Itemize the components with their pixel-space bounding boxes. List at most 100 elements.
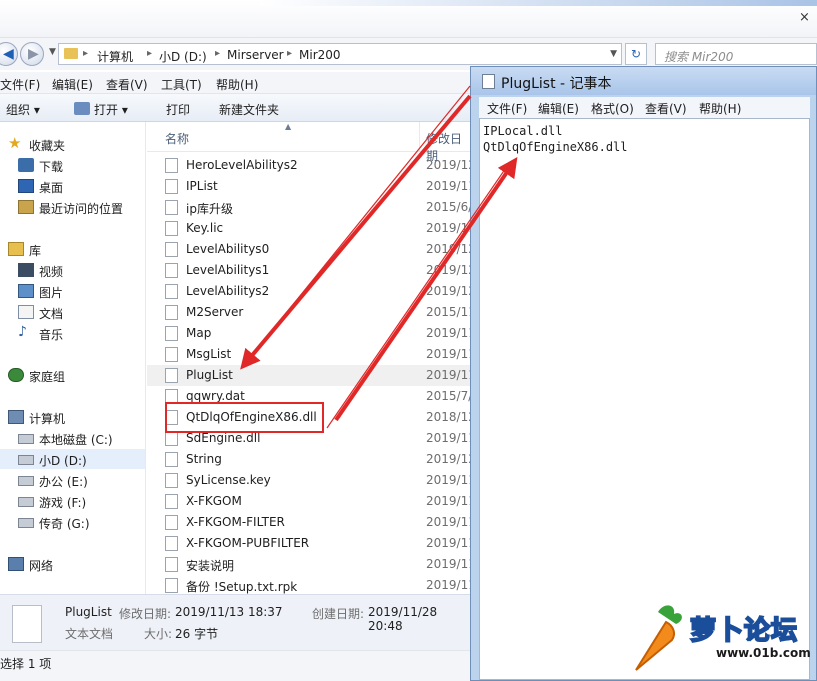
nav-drive-c[interactable]: 本地磁盘 (C:) [0, 428, 145, 448]
nav-pictures[interactable]: 图片 [0, 281, 145, 301]
file-row[interactable]: X-FKGOM-PUBFILTER 2019/11/ [147, 533, 480, 554]
chevron-right-icon[interactable]: ▸ [83, 48, 88, 59]
menu-view[interactable]: 查看(V) [106, 76, 148, 93]
chevron-down-icon[interactable]: ▼ [610, 49, 617, 59]
nav-documents[interactable]: 文档 [0, 302, 145, 322]
file-icon [165, 179, 178, 194]
refresh-button[interactable]: ↻ [625, 43, 647, 65]
file-icon [165, 515, 178, 530]
file-row[interactable]: MsgList 2019/11/ [147, 344, 480, 365]
file-icon [165, 452, 178, 467]
refresh-icon: ↻ [630, 47, 642, 61]
close-icon[interactable]: × [799, 11, 811, 24]
nav-computer-label: 计算机 [29, 412, 66, 426]
text-file-icon [12, 605, 42, 643]
file-icon [165, 347, 178, 362]
chevron-right-icon[interactable]: ▸ [215, 48, 220, 59]
nav-drive-d[interactable]: 小D (D:) [0, 449, 145, 469]
file-row[interactable]: X-FKGOM-FILTER 2019/11/ [147, 512, 480, 533]
nav-homegroup[interactable]: 家庭组 [0, 365, 145, 385]
file-row[interactable]: Map 2019/11/ [147, 323, 480, 344]
file-row[interactable]: 备份 !Setup.txt.rpk 2019/11/ [147, 575, 480, 596]
picture-icon [18, 284, 34, 298]
forward-button[interactable]: ▶ [20, 42, 44, 66]
file-icon [165, 578, 178, 593]
menu-edit[interactable]: 编辑(E) [52, 76, 93, 93]
notepad-menu-help[interactable]: 帮助(H) [699, 100, 741, 117]
file-row[interactable]: LevelAbilitys2 2019/12/ [147, 281, 480, 302]
notepad-menu-file[interactable]: 文件(F) [487, 100, 527, 117]
file-icon [165, 284, 178, 299]
nav-favorites[interactable]: ★ 收藏夹 [0, 134, 145, 154]
nav-drive-d-label: 小D (D:) [39, 454, 87, 468]
file-row[interactable]: String 2019/12/ [147, 449, 480, 470]
notepad-title-bar[interactable]: PlugList - 记事本 [471, 67, 816, 95]
chevron-right-icon[interactable]: ▸ [147, 48, 152, 59]
print-button[interactable]: 打印 [166, 101, 190, 118]
notepad-menu-edit[interactable]: 编辑(E) [538, 100, 579, 117]
file-row[interactable]: 安装说明 2019/11/ [147, 554, 480, 575]
notepad-text-area[interactable]: IPLocal.dll QtDlqOfEngineX86.dll [479, 118, 810, 680]
file-row[interactable]: LevelAbilitys1 2019/12/ [147, 260, 480, 281]
file-row[interactable]: HeroLevelAbilitys2 2019/12/ [147, 155, 480, 176]
detail-size-value: 26 字节 [175, 627, 219, 641]
breadcrumb-mir200[interactable]: Mir200 [299, 48, 341, 62]
file-row[interactable]: PlugList 2019/11/ [147, 365, 480, 386]
file-icon [165, 221, 178, 236]
file-icon [165, 326, 178, 341]
notepad-menu-format[interactable]: 格式(O) [591, 100, 634, 117]
nav-downloads[interactable]: 下载 [0, 155, 145, 175]
file-row[interactable]: ip库升级 2015/6/1 [147, 197, 480, 218]
menu-help[interactable]: 帮助(H) [216, 76, 258, 93]
organize-button[interactable]: 组织 ▾ [6, 101, 40, 118]
nav-drive-g[interactable]: 传奇 (G:) [0, 512, 145, 532]
notepad-menu-view[interactable]: 查看(V) [645, 100, 687, 117]
nav-drive-e[interactable]: 办公 (E:) [0, 470, 145, 490]
file-row[interactable]: M2Server 2015/11/ [147, 302, 480, 323]
nav-documents-label: 文档 [39, 307, 64, 321]
open-button[interactable]: 打开 ▾ [94, 101, 128, 118]
menu-tools[interactable]: 工具(T) [161, 76, 202, 93]
nav-drive-f[interactable]: 游戏 (F:) [0, 491, 145, 511]
address-input[interactable]: ▸ 计算机 ▸ 小D (D:) ▸ Mirserver ▸ Mir200 ▼ [58, 43, 622, 65]
file-row[interactable]: Key.lic 2019/11/ [147, 218, 480, 239]
file-icon [165, 368, 178, 383]
drive-icon [18, 476, 34, 486]
nav-videos[interactable]: 视频 [0, 260, 145, 280]
nav-music-label: 音乐 [39, 328, 64, 342]
command-bar: 组织 ▾ 打开 ▾ 打印 新建文件夹 [0, 94, 470, 122]
file-name: X-FKGOM-PUBFILTER [186, 536, 310, 550]
navigation-pane: ★ 收藏夹 下载 桌面 最近访问的位置 库 视频 图片 文档 ♪ 音乐 家庭组 … [0, 122, 146, 594]
nav-music[interactable]: ♪ 音乐 [0, 323, 145, 343]
breadcrumb-mirserver[interactable]: Mirserver [227, 48, 284, 62]
file-icon [165, 158, 178, 173]
explorer-title-bar: × [0, 0, 817, 38]
nav-libraries[interactable]: 库 [0, 239, 145, 259]
menu-bar: 文件(F) 编辑(E) 查看(V) 工具(T) 帮助(H) [0, 72, 470, 94]
search-input[interactable]: 搜索 Mir200 [655, 43, 817, 65]
back-button[interactable]: ◀ [0, 42, 18, 66]
nav-desktop-label: 桌面 [39, 181, 64, 195]
chevron-down-icon[interactable]: ▼ [49, 47, 56, 57]
file-row[interactable]: SyLicense.key 2019/11/ [147, 470, 480, 491]
breadcrumb-computer[interactable]: 计算机 [97, 48, 133, 65]
nav-pictures-label: 图片 [39, 286, 64, 300]
file-row[interactable]: X-FKGOM 2019/11/ [147, 491, 480, 512]
column-name-header[interactable]: 名称 [165, 130, 189, 147]
breadcrumb-drive-d[interactable]: 小D (D:) [159, 48, 207, 65]
chevron-right-icon[interactable]: ▸ [287, 48, 292, 59]
nav-desktop[interactable]: 桌面 [0, 176, 145, 196]
file-name: 安装说明 [186, 559, 235, 573]
file-name: Map [186, 326, 212, 340]
nav-recent[interactable]: 最近访问的位置 [0, 197, 145, 217]
nav-computer[interactable]: 计算机 [0, 407, 145, 427]
new-folder-button[interactable]: 新建文件夹 [219, 101, 279, 118]
menu-file[interactable]: 文件(F) [0, 76, 40, 93]
nav-downloads-label: 下载 [39, 160, 64, 174]
status-text: 选择 1 项 [0, 657, 52, 671]
column-divider[interactable] [419, 122, 420, 152]
file-row[interactable]: IPList 2019/11/ [147, 176, 480, 197]
nav-network-label: 网络 [29, 559, 54, 573]
nav-network[interactable]: 网络 [0, 554, 145, 574]
file-row[interactable]: LevelAbilitys0 2019/12/ [147, 239, 480, 260]
